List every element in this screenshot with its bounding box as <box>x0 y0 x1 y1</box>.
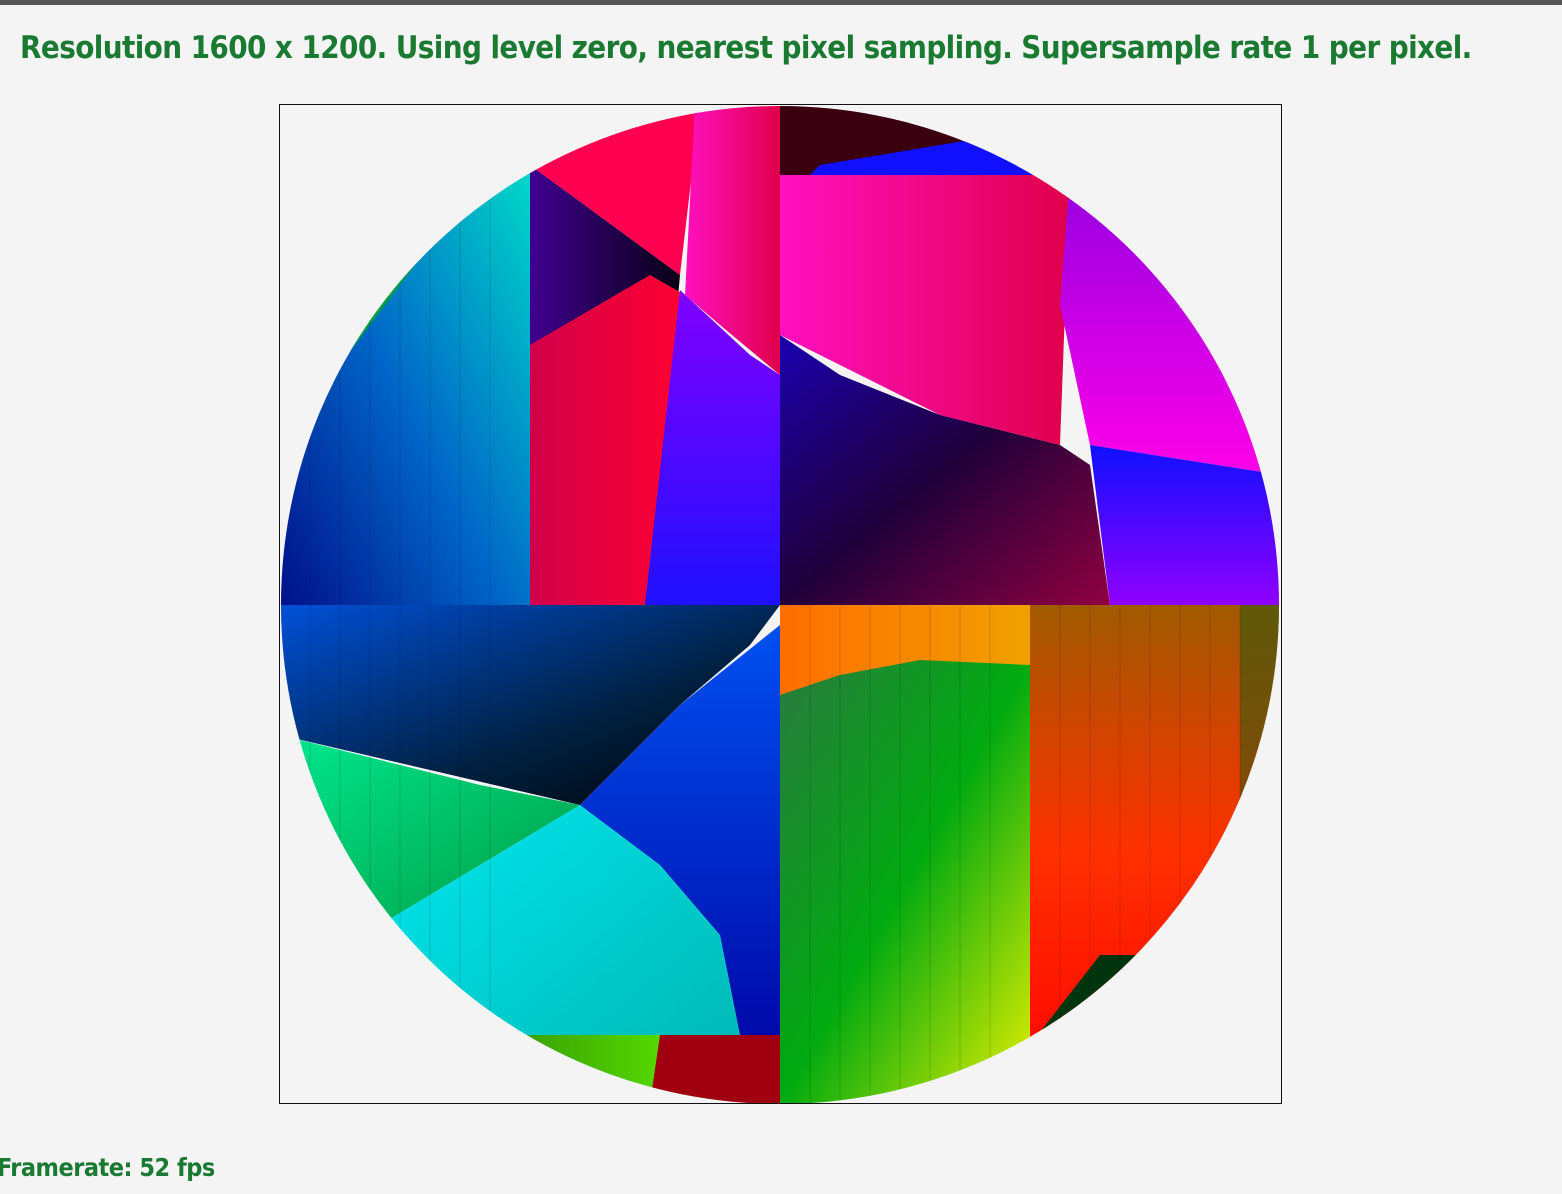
framerate-text: Framerate: 52 fps <box>0 1153 215 1182</box>
render-viewport[interactable] <box>279 104 1282 1104</box>
textured-sphere-render <box>281 106 1279 1103</box>
render-status-text: Resolution 1600 x 1200. Using level zero… <box>20 30 1472 66</box>
window-top-edge <box>0 0 1562 5</box>
